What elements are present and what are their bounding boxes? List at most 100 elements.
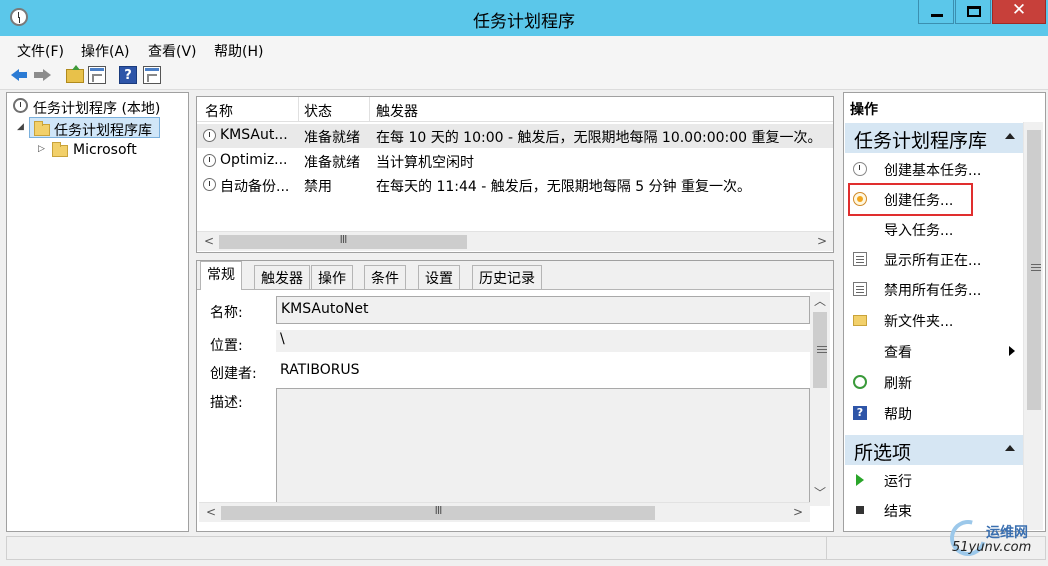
scroll-left-icon[interactable]: < (204, 234, 214, 248)
tree-item-microsoft[interactable]: ▷ Microsoft (7, 139, 188, 161)
grip-icon (1031, 264, 1041, 271)
maximize-icon (967, 6, 981, 17)
menu-view[interactable]: 查看(V) (148, 41, 197, 61)
help-icon[interactable]: ? (119, 66, 137, 84)
scroll-up-icon[interactable]: ︿ (814, 292, 826, 309)
run-icon (856, 474, 864, 486)
new-folder-icon (853, 315, 867, 326)
action-label: 运行 (884, 474, 912, 490)
column-name[interactable]: 名称 (205, 101, 233, 121)
action-display-running-tasks[interactable]: 显示所有正在... (845, 245, 1025, 273)
minimize-icon (931, 14, 943, 17)
action-view[interactable]: 查看 (845, 337, 1025, 365)
action-label: 结束 (884, 504, 912, 520)
tab-general[interactable]: 常规 (200, 261, 242, 290)
task-name: Optimiz... (220, 152, 288, 168)
show-hide-console-tree-icon[interactable] (88, 66, 106, 84)
watermark-line2: 51yunv.com (952, 540, 1032, 555)
description-label: 描述: (210, 395, 243, 411)
library-folder-icon (34, 121, 50, 136)
task-trigger: 当计算机空闲时 (376, 155, 474, 171)
console-tree: 任务计划程序 (本地) ◢ 任务计划程序库 ▷ Microsoft (6, 92, 189, 532)
task-trigger: 在每 10 天的 10:00 - 触发后，无限期地每隔 10.00:00:00 … (376, 130, 822, 146)
task-list-hscrollbar[interactable]: < III > (197, 231, 833, 251)
column-status[interactable]: 状态 (304, 101, 332, 121)
grip-icon (817, 346, 827, 353)
action-disable-history[interactable]: 禁用所有任务... (845, 275, 1025, 303)
action-label: 查看 (884, 345, 912, 361)
details-vscrollbar[interactable]: ︿ ﹀ (810, 292, 830, 506)
tree-item-root[interactable]: 任务计划程序 (本地) (7, 95, 188, 117)
table-row[interactable]: Optimiz... 准备就绪 当计算机空闲时 (197, 149, 833, 173)
details-hscrollbar[interactable]: < III > (199, 502, 810, 522)
scroll-thumb[interactable] (813, 312, 827, 388)
tab-actions[interactable]: 操作 (311, 265, 353, 289)
action-label: 禁用所有任务... (884, 283, 982, 299)
running-tasks-icon (853, 252, 867, 266)
maximize-button[interactable] (955, 0, 991, 24)
tab-triggers[interactable]: 触发器 (254, 265, 310, 289)
end-icon (856, 506, 864, 514)
tab-settings[interactable]: 设置 (418, 265, 460, 289)
scroll-thumb[interactable] (1027, 130, 1041, 410)
action-refresh[interactable]: 刷新 (845, 368, 1025, 396)
scroll-thumb[interactable]: III (221, 504, 655, 520)
section-selected-item[interactable]: 所选项 (845, 435, 1025, 465)
menu-help[interactable]: 帮助(H) (214, 41, 263, 61)
actions-vscrollbar[interactable] (1023, 122, 1043, 530)
actions-header: 操作 (850, 102, 878, 118)
task-status: 禁用 (304, 179, 332, 195)
scroll-right-icon[interactable]: > (817, 234, 827, 248)
column-trigger[interactable]: 触发器 (376, 101, 418, 121)
tab-conditions[interactable]: 条件 (364, 265, 406, 289)
action-create-basic-task[interactable]: 创建基本任务... (845, 155, 1025, 183)
action-import-task[interactable]: 导入任务... (845, 215, 1025, 243)
scroll-down-icon[interactable]: ﹀ (814, 484, 826, 501)
task-name: 自动备份... (220, 179, 290, 195)
task-clock-icon (203, 178, 216, 191)
forward-icon[interactable] (33, 66, 51, 84)
table-row[interactable]: KMSAut... 准备就绪 在每 10 天的 10:00 - 触发后，无限期地… (197, 124, 833, 148)
description-field[interactable] (276, 388, 810, 506)
action-new-folder[interactable]: 新文件夹... (845, 306, 1025, 334)
disable-history-icon (853, 282, 867, 296)
action-help[interactable]: ? 帮助 (845, 399, 1025, 427)
action-label: 帮助 (884, 407, 912, 423)
scroll-left-icon[interactable]: < (206, 505, 216, 519)
action-run[interactable]: 运行 (845, 466, 1025, 494)
name-field[interactable]: KMSAutoNet (276, 296, 810, 324)
close-icon: ✕ (1011, 0, 1027, 20)
status-divider (826, 537, 827, 559)
tree-item-library-row[interactable]: ◢ 任务计划程序库 (7, 117, 188, 139)
author-label: 创建者: (210, 366, 257, 382)
folder-up-icon[interactable] (66, 65, 84, 83)
tree-item-library[interactable]: 任务计划程序库 (29, 117, 160, 139)
scroll-right-icon[interactable]: > (793, 505, 803, 519)
author-field: RATIBORUS (276, 358, 810, 384)
collapse-icon[interactable] (1005, 133, 1015, 139)
section-task-library[interactable]: 任务计划程序库 (845, 123, 1025, 153)
thumb-grip: III (339, 233, 348, 246)
expand-closed-icon[interactable]: ▷ (38, 144, 45, 154)
task-clock-icon (203, 129, 216, 142)
back-icon[interactable] (11, 66, 29, 84)
watermark-line1: 运维网 (986, 525, 1028, 541)
window-title: 任务计划程序 (473, 12, 575, 32)
table-row[interactable]: 自动备份... 禁用 在每天的 11:44 - 触发后，无限期地每隔 5 分钟 … (197, 173, 833, 197)
title-bar[interactable]: 任务计划程序 ✕ (0, 0, 1048, 36)
expand-open-icon[interactable]: ◢ (17, 122, 24, 132)
collapse-icon[interactable] (1005, 445, 1015, 451)
show-hide-action-pane-icon[interactable] (143, 66, 161, 84)
general-tab-content: 名称: KMSAutoNet 位置: \ 创建者: RATIBORUS 描述: … (197, 289, 833, 531)
minimize-button[interactable] (918, 0, 954, 24)
location-label: 位置: (210, 338, 243, 354)
menu-bar: 文件(F) 操作(A) 查看(V) 帮助(H) (0, 36, 1048, 62)
menu-action[interactable]: 操作(A) (81, 41, 130, 61)
scroll-thumb[interactable]: III (219, 233, 467, 249)
menu-file[interactable]: 文件(F) (17, 41, 64, 61)
location-field: \ (276, 330, 810, 352)
actions-pane: 操作 任务计划程序库 创建基本任务... 创建任务... 导入任务... 显示所… (843, 92, 1046, 532)
tab-history[interactable]: 历史记录 (472, 265, 542, 289)
close-button[interactable]: ✕ (992, 0, 1046, 24)
action-label: 创建基本任务... (884, 163, 982, 179)
